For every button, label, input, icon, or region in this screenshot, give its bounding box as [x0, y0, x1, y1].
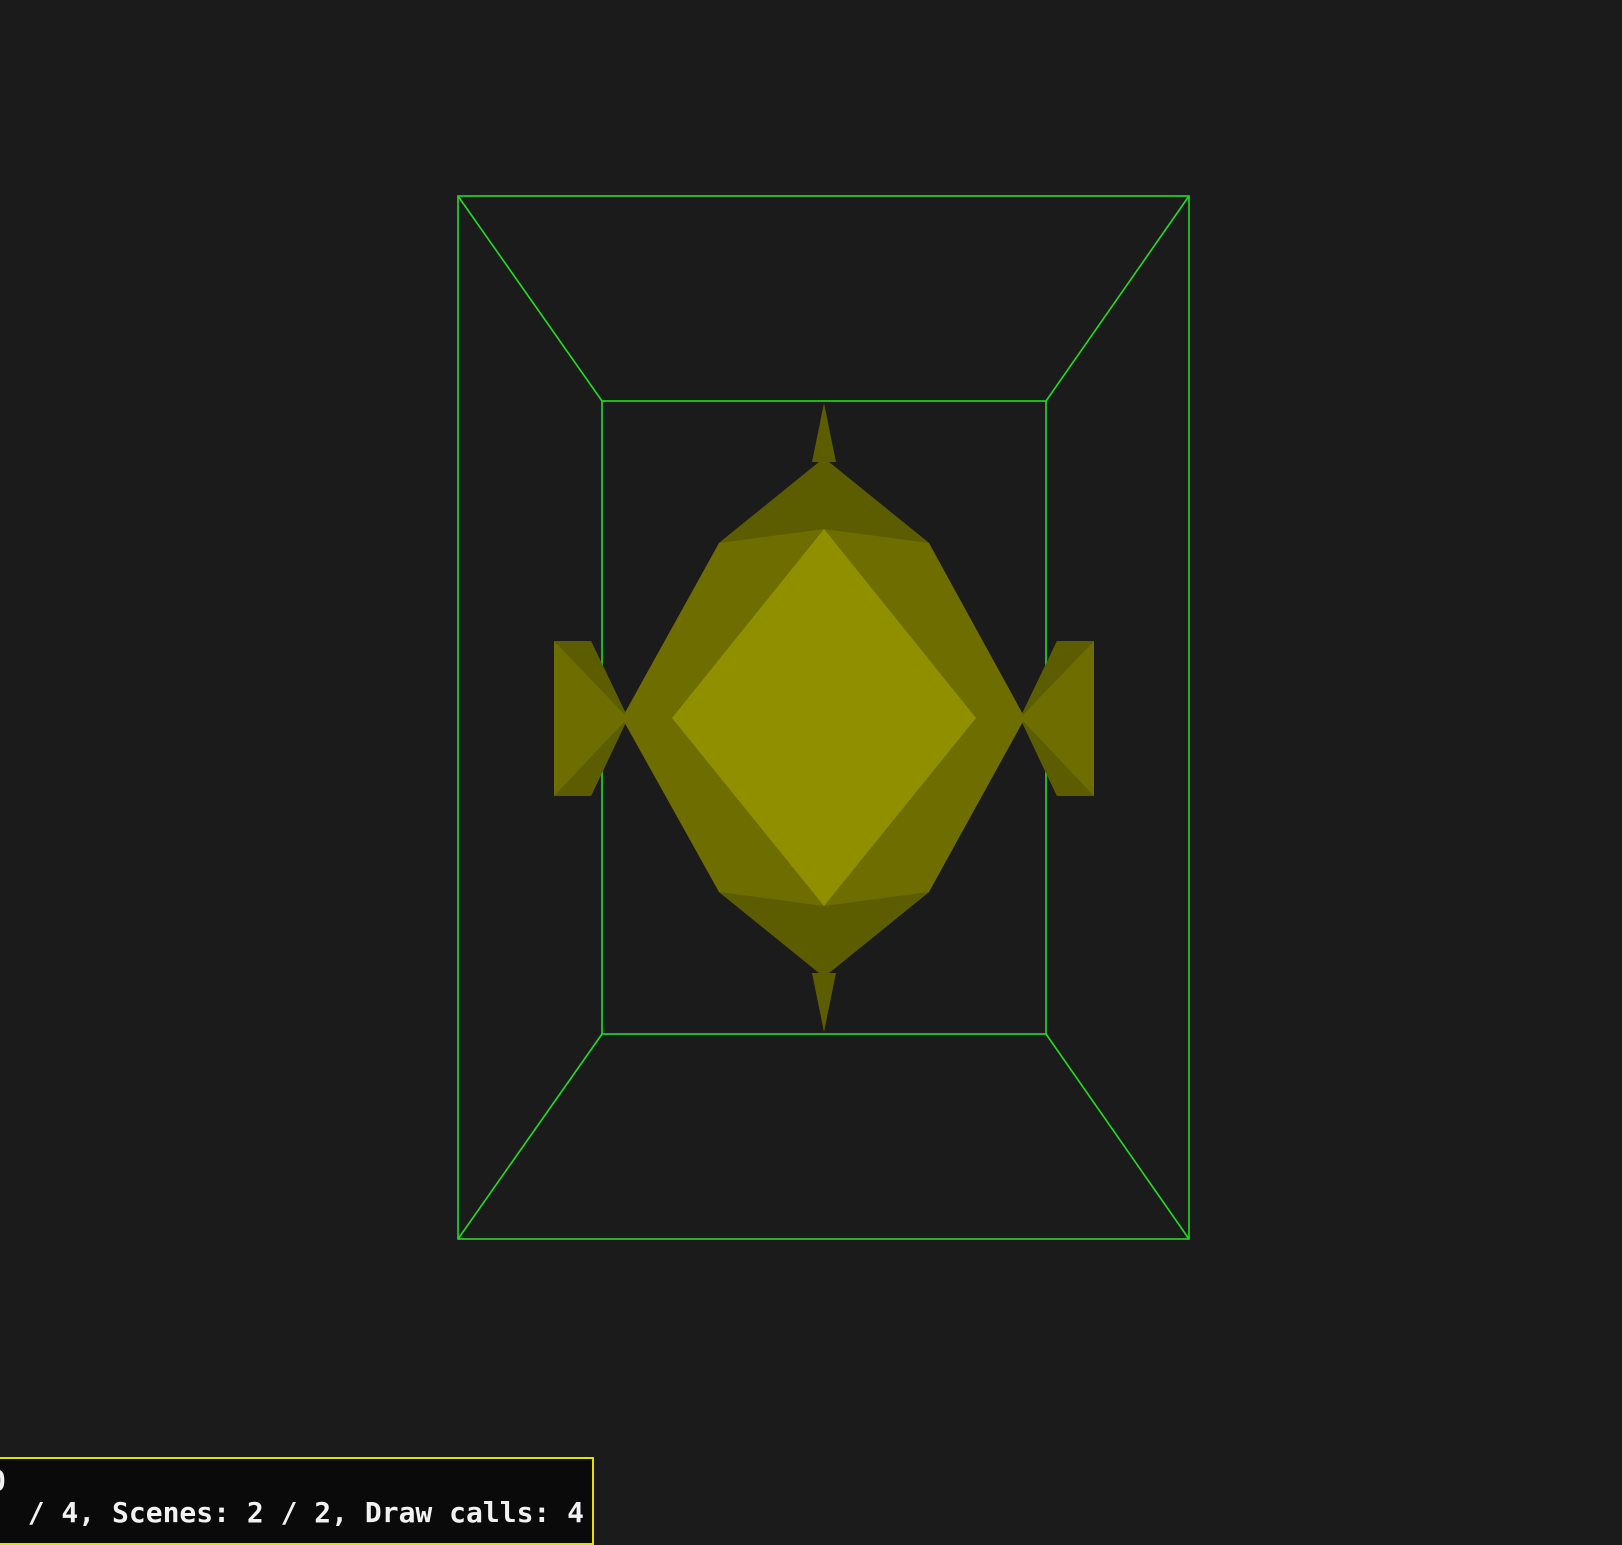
mesh-top-spike	[812, 403, 836, 462]
bounding-box-edge-top-right	[1045, 195, 1190, 402]
bounding-box-edge-top-left	[457, 195, 603, 402]
bounding-box-edge-bottom-left	[457, 1033, 603, 1240]
stats-line-1: 0	[0, 1465, 6, 1497]
mesh-bottom-spike	[812, 973, 836, 1032]
stats-line-2: / 4, Scenes: 2 / 2, Draw calls: 4	[27, 1496, 584, 1529]
render-stats-panel: 0 / 4, Scenes: 2 / 2, Draw calls: 4	[0, 1457, 594, 1545]
mesh-object[interactable]	[554, 403, 1094, 1032]
3d-render-viewport[interactable]: 0 / 4, Scenes: 2 / 2, Draw calls: 4	[0, 0, 1622, 1545]
scene-canvas[interactable]	[0, 0, 1622, 1544]
bounding-box-edge-bottom-right	[1045, 1033, 1190, 1240]
